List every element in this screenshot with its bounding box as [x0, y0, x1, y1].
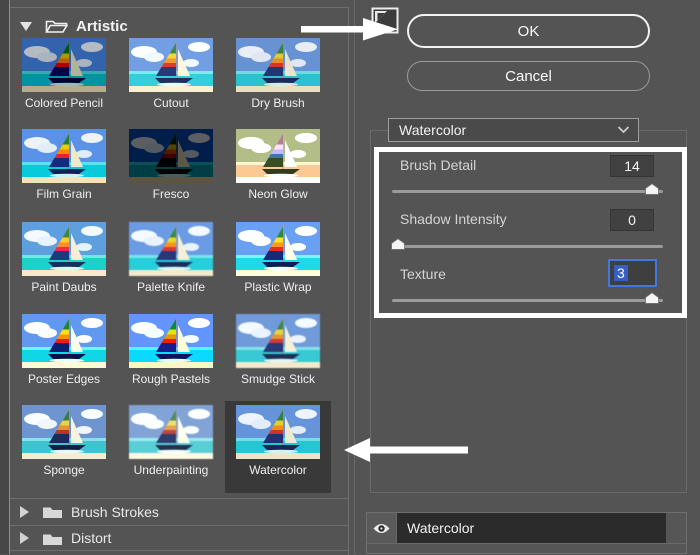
thumbnail-image-neon-glow [236, 129, 320, 183]
filter-thumbnail-sponge[interactable]: Sponge [11, 401, 117, 493]
effect-layers-panel: Watercolor [366, 512, 687, 554]
filter-thumbnail-neon-glow[interactable]: Neon Glow [225, 125, 331, 217]
filter-label: Watercolor [249, 463, 307, 477]
filter-label: Sponge [43, 463, 85, 477]
filter-thumbnail-palette-knife[interactable]: Palette Knife [118, 218, 224, 310]
category-label: Distort [71, 530, 112, 546]
filter-thumbnail-underpainting[interactable]: Underpainting [118, 401, 224, 493]
filter-label: Smudge Stick [240, 372, 316, 386]
filter-thumbnail-fresco[interactable]: Fresco [118, 125, 224, 217]
category-distort[interactable]: Distort [10, 525, 348, 551]
filter-label: Cutout [153, 96, 189, 110]
effect-layer-name: Watercolor [397, 513, 666, 543]
filter-select-dropdown[interactable]: Watercolor [388, 118, 639, 142]
panel-divider [354, 0, 355, 554]
filter-thumbnail-dry-brush[interactable]: Dry Brush [225, 34, 331, 126]
texture-label: Texture [400, 266, 446, 282]
thumbnail-image-poster-edges [22, 314, 106, 368]
ok-button[interactable]: OK [407, 14, 650, 48]
thumbnail-image-underpainting [129, 405, 213, 459]
annotation-arrow-right [301, 18, 398, 41]
filter-label: Poster Edges [27, 372, 101, 386]
texture-slider-thumb[interactable] [645, 292, 659, 304]
brush-detail-value[interactable]: 14 [610, 155, 654, 177]
filter-thumbnail-plastic-wrap[interactable]: Plastic Wrap [225, 218, 331, 310]
visibility-toggle[interactable] [367, 513, 397, 543]
filter-label: Underpainting [133, 463, 209, 477]
chevron-down-icon [617, 126, 630, 134]
filter-label: Rough Pastels [131, 372, 211, 386]
annotation-arrow-left [344, 438, 468, 462]
disclosure-open-icon[interactable] [20, 21, 32, 31]
filter-select-value: Watercolor [399, 122, 467, 138]
category-brush-strokes[interactable]: Brush Strokes [10, 498, 348, 524]
shadow-intensity-value[interactable]: 0 [610, 209, 654, 231]
shadow-intensity-slider-thumb[interactable] [391, 238, 405, 250]
folder-closed-icon [43, 507, 62, 518]
folder-open-icon [45, 20, 68, 33]
texture-value-input[interactable]: 3 [608, 259, 657, 287]
category-label: Brush Strokes [71, 503, 159, 520]
filter-label: Fresco [152, 187, 190, 201]
shadow-intensity-slider[interactable] [392, 245, 663, 248]
filter-label: Colored Pencil [24, 96, 104, 110]
thumbnail-image-smudge-stick [236, 314, 320, 368]
eye-icon [373, 523, 390, 533]
thumbnail-image-sponge [22, 405, 106, 459]
effect-layer-row[interactable]: Watercolor [367, 513, 686, 544]
thumbnail-image-fresco [129, 129, 213, 183]
filter-thumbnail-cutout[interactable]: Cutout [118, 34, 224, 126]
thumbnail-image-rough-pastels [129, 314, 213, 368]
thumbnail-image-colored-pencil [22, 38, 106, 92]
filter-thumbnail-watercolor[interactable]: Watercolor [225, 401, 331, 493]
dialog-left-edge [0, 0, 10, 554]
thumbnail-image-watercolor [236, 405, 320, 459]
filter-label: Dry Brush [251, 96, 305, 110]
thumbnail-image-paint-daubs [22, 222, 106, 276]
disclosure-closed-icon[interactable] [20, 532, 29, 544]
filter-label: Palette Knife [136, 280, 206, 294]
texture-slider[interactable] [392, 299, 663, 302]
filter-label: Plastic Wrap [244, 280, 312, 294]
filter-category-list: Artistic Colored Pencil Cutout Dry Brush Fi… [10, 7, 349, 555]
category-label: Artistic [76, 17, 128, 35]
filter-label: Paint Daubs [31, 280, 97, 294]
thumbnail-image-film-grain [22, 129, 106, 183]
brush-detail-slider[interactable] [392, 190, 663, 193]
brush-detail-slider-thumb[interactable] [645, 183, 659, 195]
cancel-button-label: Cancel [505, 67, 552, 85]
thumbnail-image-plastic-wrap [236, 222, 320, 276]
filter-thumbnail-film-grain[interactable]: Film Grain [11, 125, 117, 217]
filter-thumbnail-rough-pastels[interactable]: Rough Pastels [118, 310, 224, 402]
filter-thumbnail-paint-daubs[interactable]: Paint Daubs [11, 218, 117, 310]
thumbnail-image-dry-brush [236, 38, 320, 92]
filter-thumbnail-colored-pencil[interactable]: Colored Pencil [11, 34, 117, 126]
filter-label: Film Grain [36, 187, 92, 201]
brush-detail-label: Brush Detail [400, 157, 477, 173]
texture-value: 3 [614, 265, 628, 281]
ok-button-label: OK [517, 22, 540, 40]
filter-thumbnail-smudge-stick[interactable]: Smudge Stick [225, 310, 331, 402]
filter-label: Neon Glow [248, 187, 308, 201]
shadow-intensity-label: Shadow Intensity [400, 211, 507, 227]
effect-layer-filler [666, 513, 686, 543]
cancel-button[interactable]: Cancel [407, 61, 650, 91]
filter-thumbnail-poster-edges[interactable]: Poster Edges [11, 310, 117, 402]
disclosure-closed-icon[interactable] [20, 505, 29, 518]
thumbnail-image-palette-knife [129, 222, 213, 276]
thumbnail-image-cutout [129, 38, 213, 92]
folder-closed-icon [43, 534, 62, 545]
